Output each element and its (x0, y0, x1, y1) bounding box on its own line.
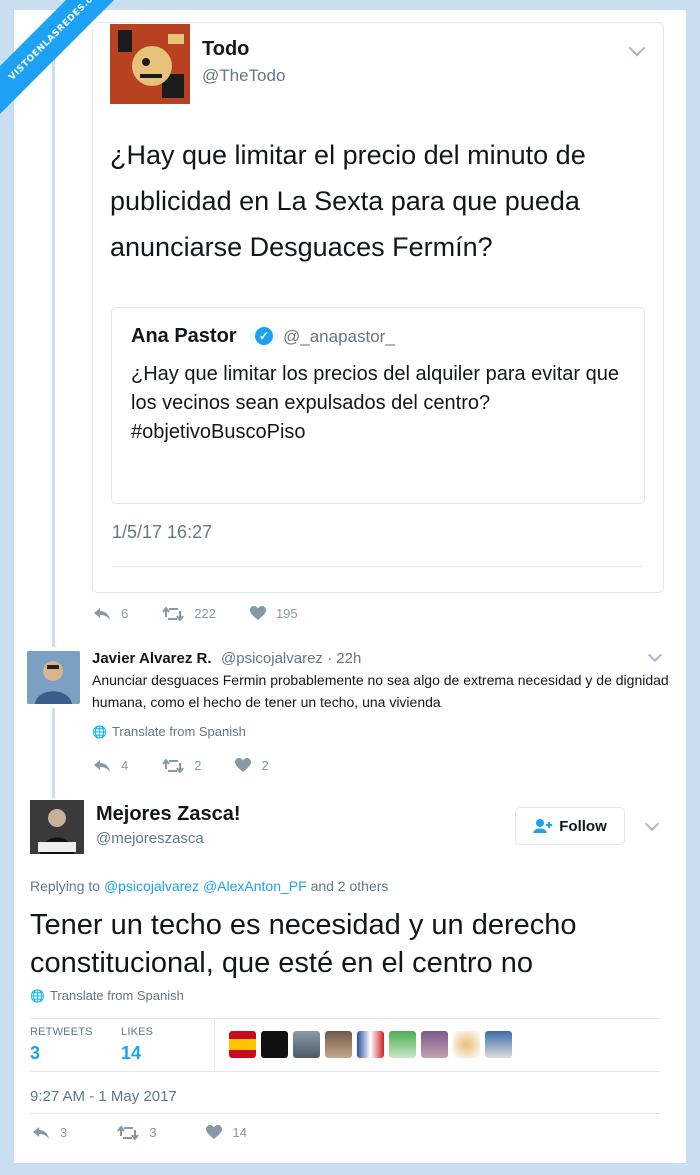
reply-icon (94, 759, 110, 772)
like-count: 14 (232, 1125, 247, 1140)
like-button[interactable]: 2 (235, 758, 269, 773)
retweet-icon (162, 758, 185, 773)
retweet-icon (117, 1125, 140, 1140)
quoted-author-name: Ana Pastor (131, 325, 237, 347)
follow-label: Follow (559, 817, 607, 835)
liker-avatar[interactable] (389, 1031, 416, 1058)
tweet-date[interactable]: 1/5/17 16:27 (112, 522, 212, 543)
thread-line (52, 708, 55, 798)
retweet-button[interactable]: 2 (162, 758, 201, 773)
heart-icon (249, 606, 266, 620)
translate-link[interactable]: 🌐 Translate from Spanish (30, 988, 184, 1003)
liker-avatar[interactable] (421, 1031, 448, 1058)
quoted-author-handle: @_anapastor_ (283, 327, 395, 346)
liker-avatar[interactable] (325, 1031, 352, 1058)
heart-icon (235, 758, 252, 772)
author-handle[interactable]: @TheTodo (202, 66, 285, 86)
reply-icon (94, 607, 110, 620)
avatar-todo[interactable] (110, 24, 190, 104)
likes-value[interactable]: 14 (121, 1043, 141, 1064)
liker-avatar[interactable] (293, 1031, 320, 1058)
retweets-value[interactable]: 3 (30, 1043, 40, 1064)
replying-mentions[interactable]: @psicojalvarez @AlexAnton_PF (104, 878, 307, 894)
globe-icon: 🌐 (92, 724, 107, 739)
like-count: 195 (275, 606, 298, 621)
reply-icon (33, 1126, 49, 1139)
reply-button[interactable]: 4 (93, 758, 128, 773)
retweets-label: RETWEETS (30, 1026, 93, 1038)
divider (30, 1071, 660, 1072)
author-handle[interactable]: @mejoreszasca (96, 830, 204, 847)
reply-count: 4 (121, 758, 129, 773)
retweet-count: 222 (194, 606, 216, 621)
hashtag-link[interactable]: #objetivoBuscoPiso (131, 418, 631, 447)
liker-avatars (229, 1031, 517, 1058)
tweet-text: Anunciar desguaces Fermin probablemente … (92, 672, 669, 710)
like-count: 2 (261, 758, 269, 773)
quoted-text: ¿Hay que limitar los precios del alquile… (131, 360, 631, 447)
liker-avatar[interactable] (357, 1031, 384, 1058)
reply-button[interactable]: 3 (32, 1125, 67, 1140)
reply-button[interactable]: 6 (93, 606, 128, 621)
retweet-count: 3 (149, 1125, 157, 1140)
tweet-date[interactable]: 9:27 AM - 1 May 2017 (30, 1088, 177, 1105)
retweet-icon (162, 606, 185, 621)
divider (112, 566, 642, 567)
divider (30, 1113, 660, 1114)
liker-avatar[interactable] (261, 1031, 288, 1058)
follow-button[interactable]: Follow (515, 807, 625, 845)
like-button[interactable]: 14 (206, 1125, 247, 1140)
likes-label: LIKES (121, 1026, 154, 1038)
tweet-actions: 6 222 195 (93, 606, 332, 621)
tweet-text: Tener un techo es necesidad y un derecho… (30, 909, 577, 979)
translate-link[interactable]: 🌐 Translate from Spanish (92, 724, 246, 739)
liker-avatar[interactable] (453, 1031, 480, 1058)
add-user-icon (533, 819, 553, 833)
author-meta[interactable]: @psicojalvarez · 22h (221, 650, 361, 667)
like-button[interactable]: 195 (249, 606, 298, 621)
translate-label: Translate from Spanish (111, 724, 246, 739)
reply-count: 3 (60, 1125, 68, 1140)
author-name[interactable]: Mejores Zasca! (96, 803, 241, 826)
thread-line (52, 22, 55, 647)
avatar-mejores-zasca[interactable] (30, 800, 84, 854)
divider (30, 1018, 660, 1019)
liker-avatar[interactable] (485, 1031, 512, 1058)
replying-to: Replying to @psicojalvarez @AlexAnton_PF… (30, 878, 388, 894)
retweet-count: 2 (194, 758, 202, 773)
quoted-body: ¿Hay que limitar los precios del alquile… (131, 363, 620, 414)
tweet-text: ¿Hay que limitar el precio del minuto de… (110, 140, 586, 262)
retweet-button[interactable]: 222 (162, 606, 216, 621)
globe-icon: 🌐 (30, 988, 45, 1003)
tweet-actions: 4 2 2 (93, 758, 303, 773)
verified-badge-icon: ✓ (255, 327, 273, 345)
liker-avatar[interactable] (229, 1031, 256, 1058)
replying-prefix: Replying to (30, 878, 101, 894)
author-name[interactable]: Javier Alvarez R. (92, 650, 212, 667)
translate-label: Translate from Spanish (49, 988, 184, 1003)
divider (214, 1020, 215, 1070)
avatar-javier[interactable] (27, 651, 80, 704)
author-name[interactable]: Todo (202, 38, 249, 61)
retweet-button[interactable]: 3 (117, 1125, 156, 1140)
tweet-actions: 3 3 14 (32, 1125, 281, 1140)
heart-icon (206, 1125, 223, 1139)
replying-others[interactable]: and 2 others (311, 878, 389, 894)
reply-count: 6 (121, 606, 129, 621)
